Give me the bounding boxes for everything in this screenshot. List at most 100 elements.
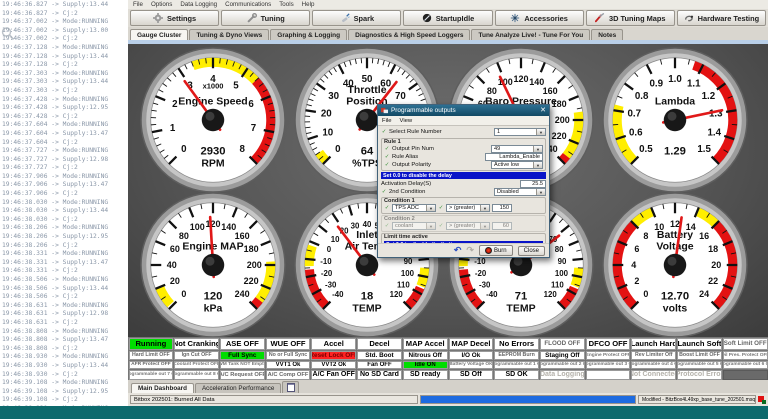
tune-file-status: Modified - BitzBox4L49xp_base_tune_20250… (638, 395, 756, 404)
tab-gauge-cluster[interactable]: Gauge Cluster (130, 29, 188, 40)
svg-text:Throttle: Throttle (347, 84, 386, 96)
svg-text:40: 40 (167, 260, 177, 270)
status-indicator: SD Off (449, 370, 494, 380)
output-pin-combo[interactable]: 49▼ (491, 145, 543, 153)
chevron-down-icon: ▼ (426, 223, 435, 229)
dialog-menubar: File View (378, 116, 549, 126)
menu-tools[interactable]: Tools (279, 1, 293, 8)
svg-text:4: 4 (631, 260, 636, 270)
gauge-engine-speed: 012345678x1000Engine Speed2930RPM (138, 45, 288, 195)
svg-text:20: 20 (711, 260, 721, 270)
chevron-down-icon: ▼ (480, 223, 489, 229)
dialog-menu-view[interactable]: View (400, 118, 413, 124)
condition1-row: ✓ TPS ADC▼ ✓ > (greater)▼ 150 (384, 204, 543, 212)
status-indicator: Launch Hard (631, 338, 676, 350)
status-indicator: Oil Pres. Protect OFF (723, 351, 768, 360)
svg-text:100: 100 (190, 222, 205, 232)
svg-text:1.5: 1.5 (697, 144, 711, 155)
svg-text:110: 110 (397, 280, 410, 289)
rule-alias-row: ✓ Rule Alias Lambda_Enable (384, 153, 543, 161)
svg-text:-30: -30 (479, 280, 491, 289)
tuning-button[interactable]: Tuning (221, 10, 310, 26)
svg-text:Lambda: Lambda (655, 95, 695, 107)
dialog-icon (381, 107, 388, 114)
svg-text:0.7: 0.7 (627, 109, 641, 120)
log-line: 19:46:37.303 -> Supply:13.44 (2, 78, 128, 87)
dialog-buttons: ↶ ↷ Burn Close (378, 243, 549, 257)
menu-help[interactable]: Help (302, 1, 315, 8)
new-dashboard-tab[interactable] (282, 381, 299, 393)
startup-idle-button[interactable]: StartupIdle (403, 10, 492, 26)
3d-tuning-maps-button[interactable]: 3D Tuning Maps (586, 10, 675, 26)
menu-file[interactable]: File (133, 1, 143, 8)
condition1-channel-combo[interactable]: TPS ADC▼ (392, 204, 436, 212)
idle-disc-icon (422, 13, 432, 23)
log-line: 19:46:37.604 -> Mode:RUNNING (2, 121, 128, 130)
log-line: 19:46:37.002 -> Supply:13.00 (2, 27, 128, 36)
condition2-value-field[interactable]: 60 (492, 222, 512, 230)
burn-button[interactable]: Burn (479, 245, 513, 256)
status-indicator: No Errors (494, 338, 539, 350)
status-indicator: ASE OFF (220, 338, 265, 350)
menu-communications[interactable]: Communications (225, 1, 271, 8)
condition1-operator-combo[interactable]: > (greater)▼ (446, 204, 490, 212)
select-rule-label: Select Rule Number (389, 129, 442, 135)
log-line: 19:46:38.808 -> Mode:RUNNING (2, 328, 128, 337)
svg-text:Battery: Battery (657, 229, 693, 241)
condition2-channel-combo[interactable]: coolant▼ (392, 222, 436, 230)
status-indicator: I/O Ok (449, 351, 494, 360)
menu-data-logging[interactable]: Data Logging (180, 1, 217, 8)
accessories-button[interactable]: Accessories (495, 10, 584, 26)
rule-alias-field[interactable]: Lambda_Enable (485, 153, 543, 161)
condition1-value-field[interactable]: 150 (492, 204, 512, 212)
progress-fill (421, 396, 635, 403)
log-line: 19:46:37.128 -> Cj:2 (2, 61, 128, 70)
tab-notes[interactable]: Notes (591, 29, 623, 40)
tab-acceleration-performance[interactable]: Acceleration Performance (195, 383, 281, 393)
close-button[interactable]: Close (518, 246, 545, 256)
undo-icon[interactable]: ↶ (454, 246, 462, 255)
status-indicator: Launch Soft (677, 338, 722, 350)
tab-diagnostics-loggers[interactable]: Diagnostics & High Speed Loggers (348, 29, 470, 40)
tab-main-dashboard[interactable]: Main Dashboard (131, 383, 194, 393)
status-indicator: AFR Protect OFF (129, 361, 174, 369)
check-icon: ✓ (384, 154, 390, 160)
output-polarity-label: Output Polarity (392, 162, 431, 168)
log-line: 19:46:38.030 -> Cj:2 (2, 216, 128, 225)
svg-text:0: 0 (643, 289, 648, 299)
tab-tuning-dyno-views[interactable]: Tuning & Dyno Views (189, 29, 269, 40)
svg-text:120: 120 (544, 290, 558, 299)
log-line: 19:46:37.428 -> Cj:2 (2, 113, 128, 122)
svg-text:1.1: 1.1 (687, 78, 701, 89)
svg-text:x1000: x1000 (203, 82, 224, 91)
settings-button[interactable]: Settings (130, 10, 219, 26)
tab-tune-analyze-live[interactable]: Tune Analyze Live! - Tune For You (471, 29, 590, 40)
check-icon: ✓ (384, 205, 390, 211)
svg-text:-10: -10 (320, 257, 332, 266)
log-line: 19:46:37.906 -> Cj:2 (2, 190, 128, 199)
spark-button[interactable]: Spark (312, 10, 401, 26)
activation-delay-field[interactable]: 25.5 (520, 180, 546, 188)
svg-text:24: 24 (699, 289, 709, 299)
dialog-menu-file[interactable]: File (382, 118, 392, 124)
app-menubar: File Options Data Logging Communications… (128, 0, 768, 9)
connection-led-icon (758, 396, 766, 404)
hardware-testing-button[interactable]: Hardware Testing (677, 10, 766, 26)
status-indicator: Rev Limiter Off (631, 351, 676, 360)
log-line: 19:46:38.331 -> Supply:13.47 (2, 259, 128, 268)
check-icon: ✓ (384, 146, 390, 152)
rule-alias-label: Rule Alias (392, 154, 418, 160)
svg-text:2: 2 (172, 99, 178, 110)
status-indicator: Programmable out 3 Off (586, 361, 631, 369)
select-rule-combo[interactable]: 1▼ (494, 128, 546, 136)
log-line: 19:46:38.930 -> Mode:RUNNING (2, 353, 128, 362)
second-condition-combo[interactable]: Disabled▼ (494, 188, 546, 196)
menu-options[interactable]: Options (151, 1, 172, 8)
log-line: 19:46:38.506 -> Mode:RUNNING (2, 276, 128, 285)
close-icon[interactable]: ✕ (540, 107, 546, 114)
output-polarity-combo[interactable]: Active low▼ (491, 161, 543, 169)
log-line: 19:46:37.128 -> Mode:RUNNING (2, 44, 128, 53)
tab-graphing-logging[interactable]: Graphing & Logging (270, 29, 347, 40)
condition2-operator-combo[interactable]: > (greater)▼ (446, 222, 490, 230)
log-line: 19:46:36.827 -> Supply:13.44 (2, 1, 128, 10)
